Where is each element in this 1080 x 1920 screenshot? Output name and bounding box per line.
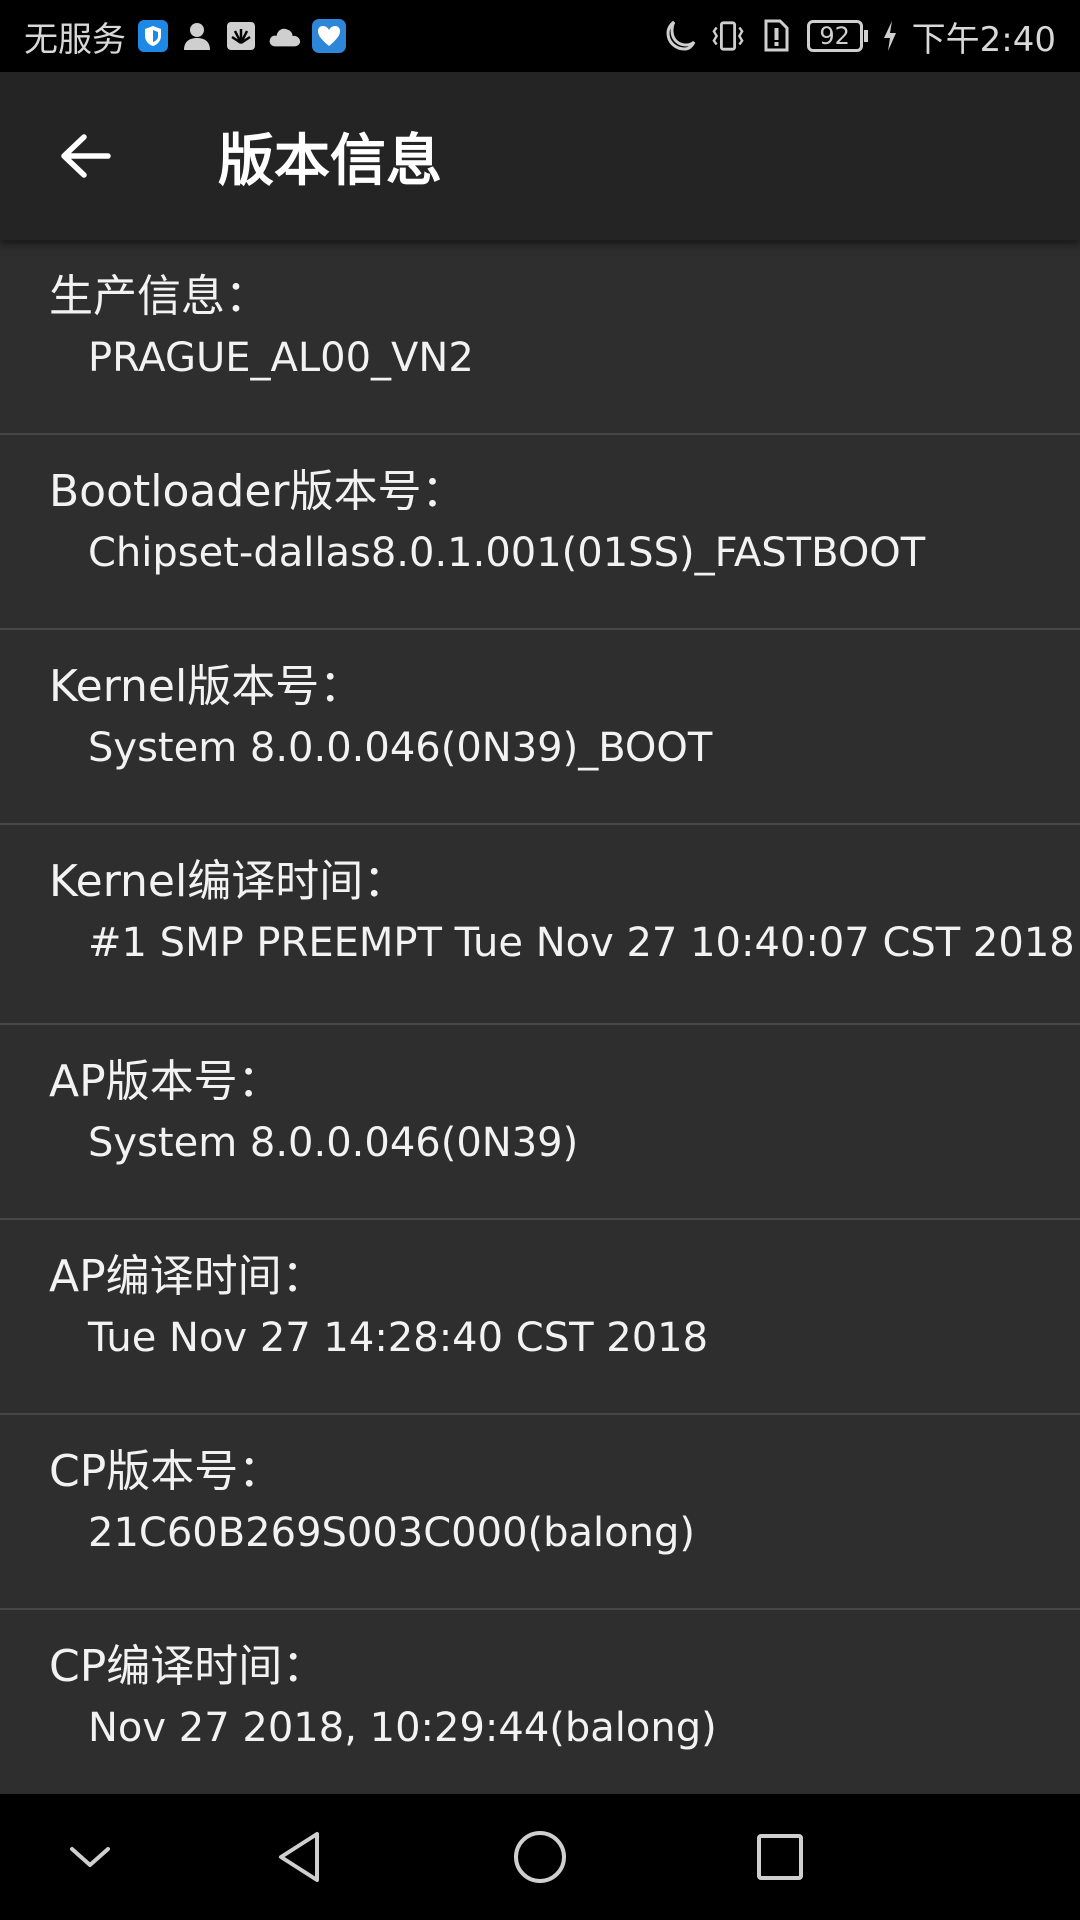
item-value: 21C60B269S003C000(balong) [88, 1510, 695, 1556]
item-value: Chipset-dallas8.0.1.001(01SS)_FASTBOOT [88, 530, 926, 576]
huawei-icon [224, 19, 258, 53]
item-label: Kernel编译时间： [49, 856, 408, 907]
back-triangle-icon [279, 1832, 319, 1882]
list-item-bootloader-version: Bootloader版本号： Chipset-dallas8.0.1.001(0… [0, 435, 1080, 630]
shield-icon [136, 19, 170, 53]
carrier-text: 无服务 [24, 19, 126, 60]
status-bar-right: 92 下午2:40 [663, 12, 1056, 61]
list-item-ap-version: AP版本号： System 8.0.0.046(0N39) [0, 1025, 1080, 1220]
item-value: Tue Nov 27 14:28:40 CST 2018 [88, 1315, 709, 1361]
list-item-production-info: 生产信息： PRAGUE_AL00_VN2 [0, 240, 1080, 435]
item-value: Nov 27 2018, 10:29:44(balong) [88, 1705, 717, 1751]
navigation-bar [0, 1794, 1080, 1920]
nav-recents-button[interactable] [740, 1817, 820, 1897]
item-label: Kernel版本号： [49, 661, 364, 712]
collapse-icon [70, 1847, 110, 1867]
item-label: CP版本号： [49, 1446, 283, 1497]
list-item-kernel-version: Kernel版本号： System 8.0.0.046(0N39)_BOOT [0, 630, 1080, 825]
page-title: 版本信息 [218, 128, 442, 194]
list-item-kernel-build-time: Kernel编译时间： #1 SMP PREEMPT Tue Nov 27 10… [0, 825, 1080, 1025]
back-arrow-icon [61, 134, 111, 178]
heart-app-icon [312, 19, 346, 53]
item-value: PRAGUE_AL00_VN2 [88, 335, 474, 381]
list-item-cp-version: CP版本号： 21C60B269S003C000(balong) [0, 1415, 1080, 1610]
battery-icon: 92 [806, 20, 868, 52]
back-button[interactable] [54, 124, 118, 188]
item-label: Bootloader版本号： [49, 466, 466, 517]
cloud-icon [268, 19, 302, 53]
list-item-ap-build-time: AP编译时间： Tue Nov 27 14:28:40 CST 2018 [0, 1220, 1080, 1415]
nav-home-button[interactable] [500, 1817, 580, 1897]
item-label: AP版本号： [49, 1056, 282, 1107]
list-item-cp-build-time: CP编译时间： Nov 27 2018, 10:29:44(balong) [0, 1610, 1080, 1805]
collapse-nav-button[interactable] [50, 1817, 130, 1897]
version-info-list: 生产信息： PRAGUE_AL00_VN2 Bootloader版本号： Chi… [0, 240, 1080, 1805]
alert-icon [759, 19, 793, 53]
item-label: AP编译时间： [49, 1251, 326, 1302]
item-value: System 8.0.0.046(0N39)_BOOT [88, 725, 713, 771]
item-label: CP编译时间： [49, 1641, 327, 1692]
item-value: #1 SMP PREEMPT Tue Nov 27 10:40:07 CST 2… [88, 920, 1075, 966]
item-value: System 8.0.0.046(0N39) [88, 1120, 579, 1166]
battery-level: 92 [806, 20, 863, 52]
person-icon [180, 19, 214, 53]
charging-icon [882, 19, 898, 53]
vibrate-icon [711, 19, 745, 53]
clock-text: 下午2:40 [911, 19, 1056, 60]
moon-icon [663, 19, 697, 53]
app-bar: 版本信息 [0, 72, 1080, 240]
status-bar-left: 无服务 [24, 12, 346, 61]
home-circle-icon [514, 1831, 566, 1883]
nav-back-button[interactable] [260, 1817, 340, 1897]
status-bar: 无服务 92 下午2:40 [0, 0, 1080, 72]
recents-square-icon [757, 1834, 803, 1880]
item-label: 生产信息： [49, 271, 269, 322]
